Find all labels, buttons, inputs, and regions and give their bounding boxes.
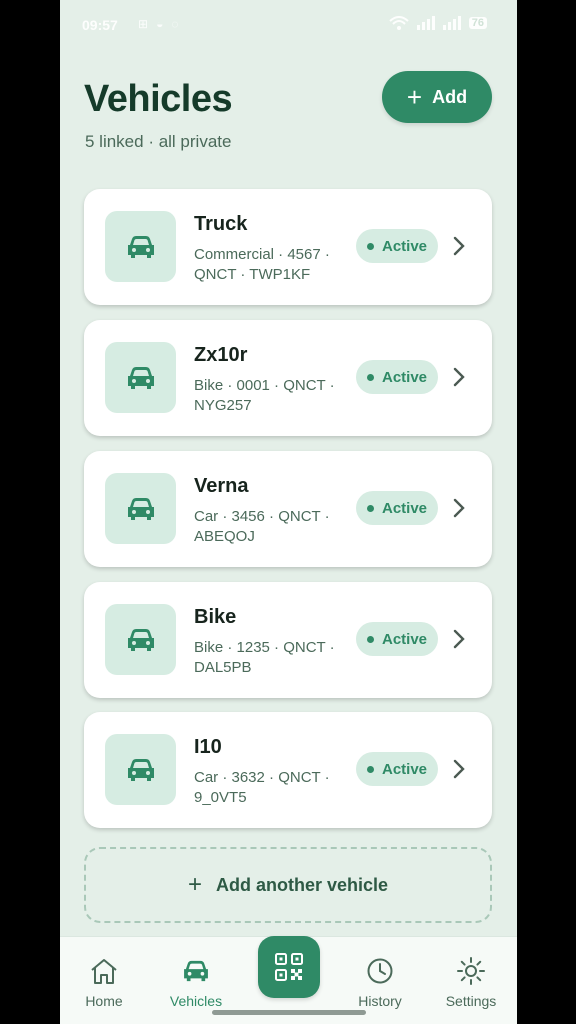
status-time: 09:57 [82,17,118,33]
car-icon [127,366,154,389]
vehicle-details: Car · 3456 · QNCT · ABEQOJ [194,508,330,545]
add-button-label: Add [432,86,468,107]
chevron-right-icon [453,367,465,387]
status-label: Active [381,499,428,517]
car-icon [127,628,154,651]
vehicle-thumbnail [105,604,176,675]
car-icon [127,235,154,258]
status-dot [366,373,374,381]
nav-history[interactable]: History [340,955,420,1009]
vehicle-card[interactable]: I10 Car · 3632 · QNCT · 9_0VT5 Active [84,712,492,828]
status-dot [366,242,374,250]
scan-qr-button[interactable] [258,936,320,998]
notification-icons: ⊞ ◒ ◌ [138,17,178,31]
vehicle-card[interactable]: Truck Commercial · 4567 · QNCT · TWP1KF … [84,189,492,305]
phone-screen: 09:57 ⊞ ◒ ◌ 76 Vehicles 5 linked · all p… [60,0,517,1024]
sun-settings-icon [457,957,485,985]
vehicle-name: Zx10r [194,344,248,366]
chevron-right-icon [453,629,465,649]
status-dot [366,504,374,512]
vehicle-name: Verna [194,475,249,497]
nav-home-label: Home [85,993,123,1009]
status-dot [366,635,374,643]
app-notification-icon: ◌ [171,17,179,31]
add-vehicle-button[interactable]: + Add [382,71,492,123]
vehicle-thumbnail [105,211,176,282]
wifi-icon [389,16,409,30]
status-dot [366,765,374,773]
nav-history-label: History [358,993,402,1009]
app-notification-icon: ⊞ [138,17,149,31]
signal-icon [442,16,461,30]
status-label: Active [381,237,428,255]
status-label: Active [381,760,428,778]
system-icons: 76 [389,16,487,30]
nav-vehicles-label: Vehicles [169,993,223,1009]
plus-icon: + [406,82,423,112]
chevron-right-icon [453,498,465,518]
car-icon [184,960,208,982]
car-icon [127,497,154,520]
vehicle-name: Truck [194,213,248,235]
add-another-label: Add another vehicle [215,874,389,895]
vehicle-card[interactable]: Verna Car · 3456 · QNCT · ABEQOJ Active [84,451,492,567]
status-badge: Active [356,752,438,786]
vehicle-name: Bike [194,606,237,628]
status-badge: Active [356,491,438,525]
nav-vehicles[interactable]: Vehicles [156,955,236,1009]
car-icon [127,758,154,781]
status-badge: Active [356,229,438,263]
chevron-right-icon [453,759,465,779]
plus-icon: + [187,871,202,898]
vehicle-details: Bike · 0001 · QNCT · NYG257 [194,377,335,414]
chevron-right-icon [453,236,465,256]
vehicle-thumbnail [105,734,176,805]
page-title: Vehicles [84,78,233,120]
home-indicator [212,1010,366,1015]
battery-icon: 76 [468,17,487,29]
vehicle-details: Bike · 1235 · QNCT · DAL5PB [194,639,335,676]
vehicle-thumbnail [105,473,176,544]
status-bar: 09:57 ⊞ ◒ ◌ 76 [60,0,517,52]
status-label: Active [381,630,428,648]
vehicle-details: Car · 3632 · QNCT · 9_0VT5 [194,769,330,806]
status-label: Active [381,368,428,386]
clock-icon [367,958,393,984]
qr-code-icon [275,953,303,981]
status-badge: Active [356,360,438,394]
nav-settings[interactable]: Settings [431,955,511,1009]
page-subtitle: 5 linked · all private [85,132,232,151]
vehicle-card[interactable]: Bike Bike · 1235 · QNCT · DAL5PB Active [84,582,492,698]
status-badge: Active [356,622,438,656]
nav-settings-label: Settings [445,993,497,1009]
vehicle-card[interactable]: Zx10r Bike · 0001 · QNCT · NYG257 Active [84,320,492,436]
nav-home[interactable]: Home [64,955,144,1009]
app-notification-icon: ◒ [156,17,164,31]
signal-icon [416,16,435,30]
vehicle-name: I10 [194,736,222,758]
vehicle-details: Commercial · 4567 · QNCT · TWP1KF [194,246,330,283]
home-icon [91,959,117,984]
add-another-vehicle-button[interactable]: + Add another vehicle [84,847,492,923]
vehicle-thumbnail [105,342,176,413]
